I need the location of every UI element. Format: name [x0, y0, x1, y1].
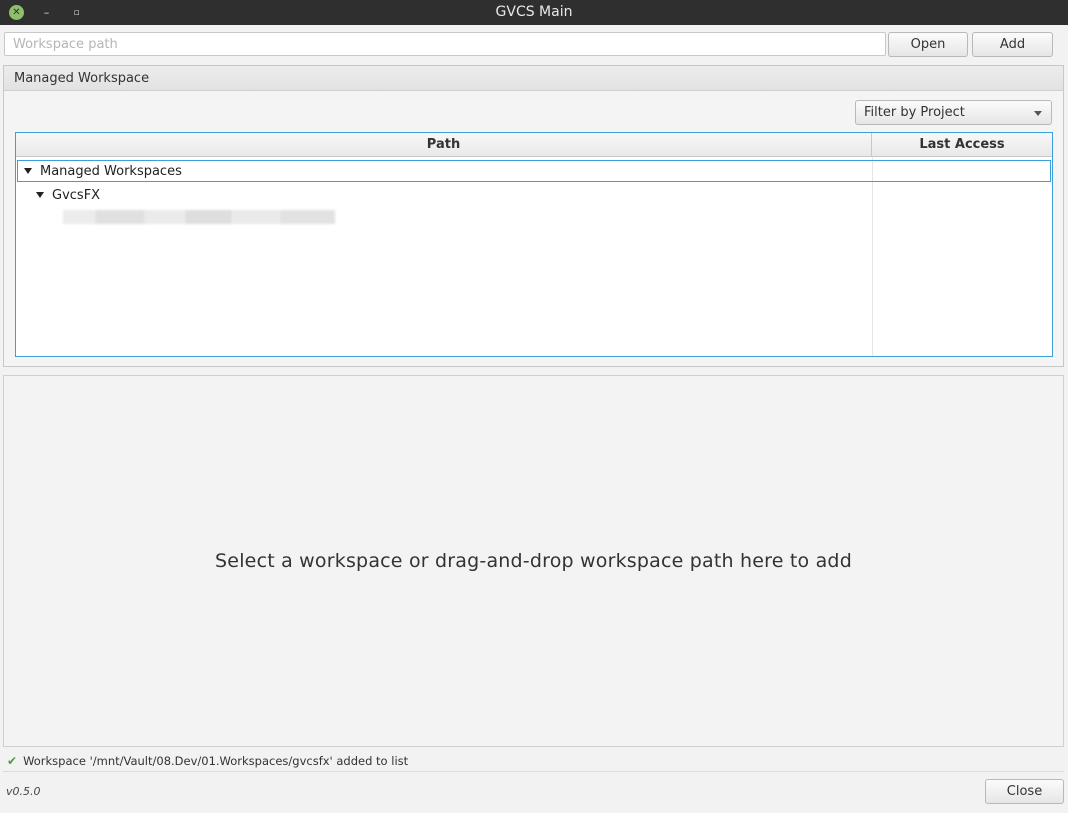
add-button[interactable]: Add	[972, 32, 1053, 57]
open-button[interactable]: Open	[888, 32, 968, 57]
status-bar: ✔ Workspace '/mnt/Vault/08.Dev/01.Worksp…	[3, 750, 1064, 771]
version-label: v0.5.0	[6, 785, 41, 798]
window-title: GVCS Main	[495, 4, 573, 20]
chevron-down-icon	[1034, 111, 1042, 116]
tree-row-project[interactable]: GvcsFX	[17, 184, 1051, 206]
check-icon: ✔	[7, 753, 18, 768]
tree-row-label: GvcsFX	[52, 187, 101, 203]
drop-area-message: Select a workspace or drag-and-drop work…	[215, 550, 852, 572]
footer-divider	[3, 771, 1064, 772]
managed-workspace-panel: Managed Workspace Filter by Project Path…	[3, 65, 1064, 367]
column-header-last-access[interactable]: Last Access	[872, 133, 1052, 157]
expand-triangle-icon[interactable]	[36, 192, 44, 198]
tree-row-workspace[interactable]	[17, 206, 1051, 228]
column-header-path[interactable]: Path	[16, 133, 872, 157]
tree-row-managed-workspaces[interactable]: Managed Workspaces	[17, 160, 1051, 182]
panel-title[interactable]: Managed Workspace	[4, 66, 1063, 91]
filter-label: Filter by Project	[864, 105, 965, 120]
workspace-tree-table[interactable]: Path Last Access Managed Workspaces Gvcs…	[15, 132, 1053, 357]
close-button[interactable]: Close	[985, 779, 1064, 804]
redacted-path	[63, 210, 335, 224]
workspace-drop-area[interactable]: Select a workspace or drag-and-drop work…	[3, 375, 1064, 747]
title-bar: ✕ – ▫ GVCS Main	[0, 0, 1068, 25]
workspace-path-input[interactable]	[4, 32, 886, 56]
filter-by-project-select[interactable]: Filter by Project	[855, 100, 1052, 125]
tree-row-label: Managed Workspaces	[40, 163, 182, 179]
status-message: Workspace '/mnt/Vault/08.Dev/01.Workspac…	[23, 753, 409, 768]
expand-triangle-icon[interactable]	[24, 168, 32, 174]
